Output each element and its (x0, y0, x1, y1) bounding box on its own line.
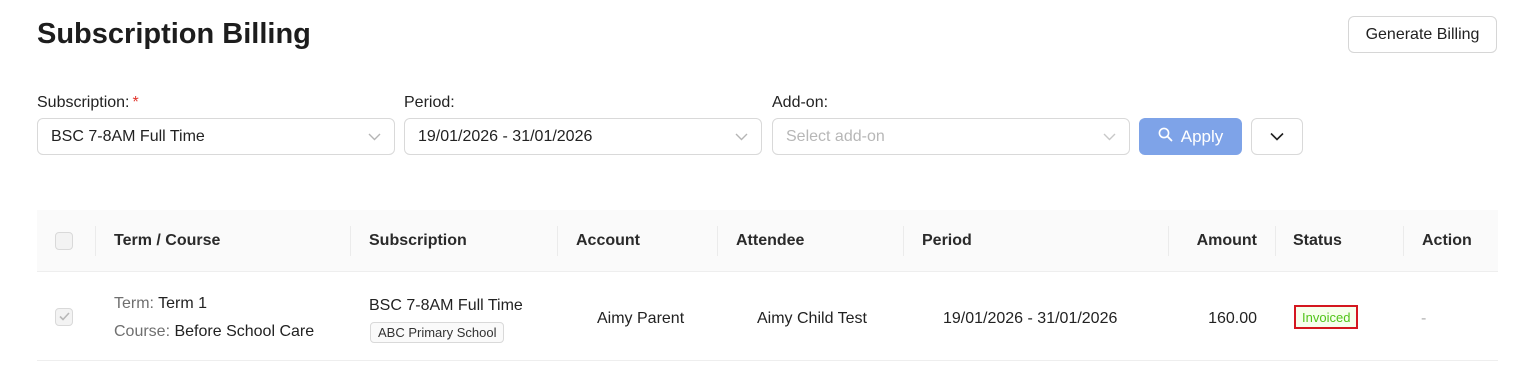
expand-filters-button[interactable] (1251, 118, 1303, 155)
period-filter-label: Period: (404, 94, 455, 111)
chevron-down-icon (1270, 129, 1284, 144)
chevron-down-icon (734, 130, 748, 144)
apply-button[interactable]: Apply (1139, 118, 1242, 155)
addon-filter-label: Add-on: (772, 94, 829, 111)
course-label: Course: (114, 323, 171, 340)
school-tag: ABC Primary School (370, 322, 505, 343)
page-title: Subscription Billing (37, 18, 311, 50)
action-cell: - (1421, 310, 1427, 327)
column-header-amount[interactable]: Amount (1168, 210, 1257, 272)
period-select-value: 19/01/2026 - 31/01/2026 (418, 127, 593, 145)
column-header-subscription[interactable]: Subscription (369, 210, 467, 272)
subscription-filter-label: Subscription: * (37, 94, 139, 112)
term-label: Term: (114, 295, 154, 312)
period-select[interactable]: 19/01/2026 - 31/01/2026 (404, 118, 762, 155)
subscription-label-text: Subscription: (37, 94, 130, 111)
attendee-cell: Aimy Child Test (757, 310, 867, 327)
period-cell: 19/01/2026 - 31/01/2026 (943, 310, 1118, 327)
table-row: Term: Term 1 Course: Before School Care … (37, 272, 1498, 361)
row-checkbox[interactable] (55, 308, 73, 326)
subscription-cell: BSC 7-8AM Full Time (369, 297, 523, 314)
column-header-account[interactable]: Account (576, 210, 640, 272)
column-header-status[interactable]: Status (1293, 210, 1342, 272)
column-divider (95, 226, 96, 256)
course-value: Before School Care (174, 323, 315, 340)
column-header-period[interactable]: Period (922, 210, 972, 272)
status-badge: Invoiced (1294, 305, 1359, 329)
addon-select[interactable]: Select add-on (772, 118, 1130, 155)
generate-billing-button[interactable]: Generate Billing (1348, 16, 1497, 53)
column-divider (350, 226, 351, 256)
search-icon (1158, 127, 1173, 147)
subscription-select[interactable]: BSC 7-8AM Full Time (37, 118, 395, 155)
column-divider (1275, 226, 1276, 256)
column-divider (903, 226, 904, 256)
column-divider (557, 226, 558, 256)
check-icon (58, 308, 70, 326)
addon-select-placeholder: Select add-on (786, 127, 885, 145)
apply-label: Apply (1180, 126, 1224, 146)
select-all-checkbox[interactable] (55, 232, 73, 250)
subscription-select-value: BSC 7-8AM Full Time (51, 127, 205, 145)
term-value: Term 1 (158, 295, 208, 312)
amount-cell: 160.00 (1208, 310, 1257, 327)
column-header-action: Action (1422, 232, 1472, 249)
column-header-attendee[interactable]: Attendee (736, 210, 804, 272)
column-divider (717, 226, 718, 256)
chevron-down-icon (1102, 130, 1116, 144)
column-divider (1403, 226, 1404, 256)
account-cell: Aimy Parent (597, 310, 685, 327)
term-cell: Term: Term 1 (114, 295, 207, 313)
table-header: Term / Course Subscription Account Atten… (37, 210, 1498, 272)
chevron-down-icon (367, 130, 381, 144)
column-header-term-course[interactable]: Term / Course (114, 210, 220, 272)
required-mark: * (132, 94, 139, 111)
course-cell: Course: Before School Care (114, 323, 314, 341)
